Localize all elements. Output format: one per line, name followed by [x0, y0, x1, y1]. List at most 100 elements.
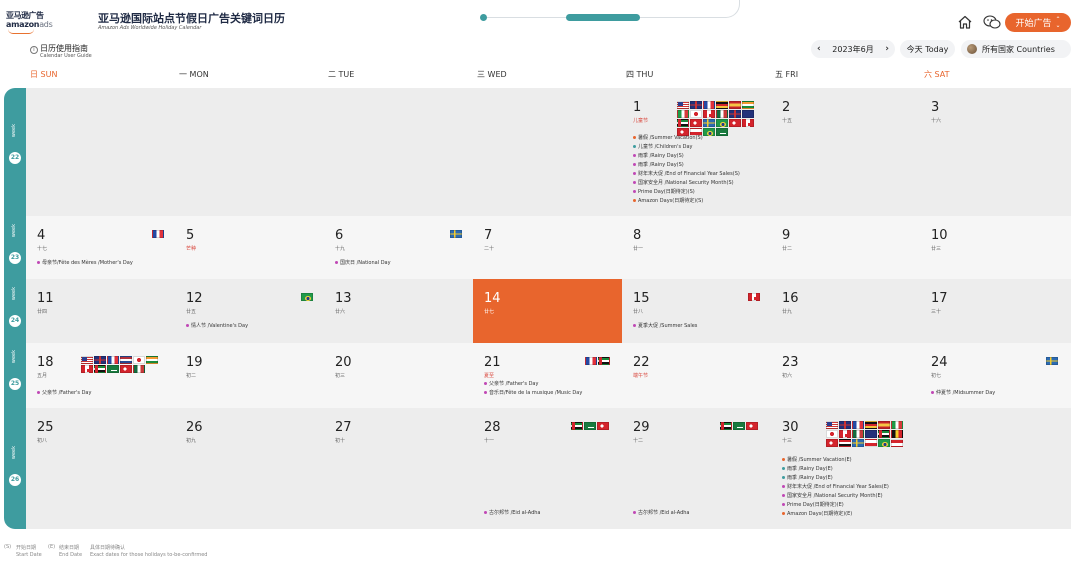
flag-fr-icon[interactable] — [585, 357, 597, 365]
event-item[interactable]: 古尔邦节 /Eid al-Adha — [484, 509, 540, 518]
event-item[interactable]: 母亲节/Fête des Mères /Mother's Day — [37, 259, 133, 268]
event-item[interactable]: Amazon Days(日期待定)(S) — [633, 197, 740, 206]
event-item[interactable]: 情人节 /Valentine's Day — [186, 322, 248, 331]
day-cell[interactable]: 6 十九 国庆日 /National Day — [324, 216, 473, 279]
week-badge[interactable]: week 23 — [9, 224, 21, 264]
flag-it-icon[interactable] — [891, 421, 903, 429]
event-item[interactable]: 父亲节 /Father's Day — [484, 380, 582, 389]
flag-sa-icon[interactable] — [584, 422, 596, 430]
flag-mx-icon[interactable] — [716, 110, 728, 118]
day-cell[interactable]: 26 初九 — [175, 408, 324, 529]
day-cell[interactable]: 2 十五 — [771, 88, 920, 216]
day-cell[interactable]: 8 廿一 — [622, 216, 771, 279]
flag-nl-icon[interactable] — [120, 356, 132, 364]
day-cell[interactable]: 17 三十 — [920, 279, 1071, 343]
flag-sg-icon[interactable] — [891, 439, 903, 447]
flag-mx-icon[interactable] — [133, 365, 145, 373]
day-cell[interactable]: 15 廿八 夏季大促 /Summer Sales — [622, 279, 771, 343]
day-cell[interactable]: 23 初六 — [771, 343, 920, 408]
event-item[interactable]: Prime Day(日期待定)(E) — [782, 501, 889, 510]
flag-uk-icon[interactable] — [729, 110, 741, 118]
event-item[interactable]: 雨季 /Rainy Day(E) — [782, 474, 889, 483]
flag-sa-icon[interactable] — [107, 365, 119, 373]
flag-ae-icon[interactable] — [571, 422, 583, 430]
day-cell[interactable]: 12 廿五 情人节 /Valentine's Day — [175, 279, 324, 343]
event-item[interactable]: Amazon Days(日期待定)(E) — [782, 510, 889, 519]
flag-fr-icon[interactable] — [703, 101, 715, 109]
flag-ca-icon[interactable] — [839, 430, 851, 438]
wechat-icon[interactable] — [983, 14, 1001, 30]
flag-ae-icon[interactable] — [720, 422, 732, 430]
day-cell[interactable]: 11 廿四 — [26, 279, 175, 343]
flag-ae-icon[interactable] — [94, 365, 106, 373]
day-cell[interactable]: 1 儿童节 暑假 /Summer Vacation(S) 儿童节 /Childr… — [622, 88, 771, 216]
flag-us-icon[interactable] — [81, 356, 93, 364]
flag-es-icon[interactable] — [729, 101, 741, 109]
prev-month-icon[interactable]: ‹ — [817, 44, 821, 54]
flag-ae-icon[interactable] — [677, 119, 689, 127]
flag-us-icon[interactable] — [826, 421, 838, 429]
flag-ae-icon[interactable] — [598, 357, 610, 365]
flag-eg-icon[interactable] — [839, 439, 851, 447]
day-cell[interactable]: 9 廿二 — [771, 216, 920, 279]
day-cell[interactable]: 21 夏至 父亲节 /Father's Day 音乐日/Fête de la m… — [473, 343, 622, 408]
flag-tr-icon[interactable] — [826, 439, 838, 447]
flag-ca-icon[interactable] — [703, 110, 715, 118]
event-item[interactable]: 国家安全月 /National Security Month(E) — [782, 492, 889, 501]
event-item[interactable]: Prime Day(日期待定)(S) — [633, 188, 740, 197]
week-badge[interactable]: week 25 — [9, 350, 21, 390]
day-cell[interactable]: 24 初七 仲夏节 /Midsummer Day — [920, 343, 1071, 408]
flag-uk-icon[interactable] — [94, 356, 106, 364]
day-cell-today[interactable]: 14 廿七 — [473, 279, 622, 343]
flag-se-icon[interactable] — [1046, 357, 1058, 365]
amazon-ads-logo[interactable]: 亚马逊广告 amazonads — [6, 11, 53, 34]
day-cell[interactable]: 7 二十 — [473, 216, 622, 279]
flag-ca-icon[interactable] — [742, 119, 754, 127]
flag-se-icon[interactable] — [450, 230, 462, 238]
next-month-icon[interactable]: › — [885, 44, 889, 54]
day-cell[interactable]: 28 十一 古尔邦节 /Eid al-Adha — [473, 408, 622, 529]
event-item[interactable]: 儿童节 /Children's Day — [633, 143, 740, 152]
flag-in-icon[interactable] — [742, 101, 754, 109]
event-item[interactable]: 雨季 /Rainy Day(S) — [633, 152, 740, 161]
day-cell[interactable]: 13 廿六 — [324, 279, 473, 343]
flag-mx-icon[interactable] — [852, 430, 864, 438]
flag-tr-icon[interactable] — [597, 422, 609, 430]
flag-se-icon[interactable] — [852, 439, 864, 447]
week-badge[interactable]: week 22 — [9, 124, 21, 164]
event-item[interactable]: 雨季 /Rainy Day(S) — [633, 161, 740, 170]
day-cell[interactable]: 16 廿九 — [771, 279, 920, 343]
week-badge[interactable]: week 26 — [9, 446, 21, 486]
flag-tr-icon[interactable] — [729, 119, 741, 127]
flag-tr-icon[interactable] — [746, 422, 758, 430]
event-item[interactable]: 暑假 /Summer Vacation(S) — [633, 134, 740, 143]
flag-fr-icon[interactable] — [152, 230, 164, 238]
day-cell[interactable]: 3 十六 — [920, 88, 1071, 216]
flag-tr-icon[interactable] — [690, 119, 702, 127]
flag-au-icon[interactable] — [742, 110, 754, 118]
event-item[interactable]: 国庆日 /National Day — [335, 259, 391, 268]
flag-us-icon[interactable] — [677, 101, 689, 109]
country-selector[interactable]: 所有国家 Countries — [961, 40, 1071, 58]
day-cell[interactable]: 20 初三 — [324, 343, 473, 408]
flag-br-icon[interactable] — [301, 293, 313, 301]
flag-sa-icon[interactable] — [733, 422, 745, 430]
day-cell[interactable]: 22 端午节 — [622, 343, 771, 408]
day-cell[interactable]: 29 十二 古尔邦节 /Eid al-Adha — [622, 408, 771, 529]
event-item[interactable]: 古尔邦节 /Eid al-Adha — [633, 509, 689, 518]
event-item[interactable]: 仲夏节 /Midsummer Day — [931, 389, 995, 398]
home-icon[interactable] — [957, 14, 973, 30]
flag-ca-icon[interactable] — [81, 365, 93, 373]
flag-be-icon[interactable] — [891, 430, 903, 438]
flag-de-icon[interactable] — [716, 101, 728, 109]
flag-jp-icon[interactable] — [133, 356, 145, 364]
start-ads-button[interactable]: 开始广告 ⌃ ⌄ — [1005, 13, 1071, 32]
flag-in-icon[interactable] — [146, 356, 158, 364]
day-cell[interactable]: 19 初二 — [175, 343, 324, 408]
flag-uk-icon[interactable] — [839, 421, 851, 429]
flag-jp-icon[interactable] — [826, 430, 838, 438]
flag-uk-icon[interactable] — [690, 101, 702, 109]
flag-fr-icon[interactable] — [852, 421, 864, 429]
event-item[interactable]: 雨季 /Rainy Day(E) — [782, 465, 889, 474]
flag-au-icon[interactable] — [865, 430, 877, 438]
